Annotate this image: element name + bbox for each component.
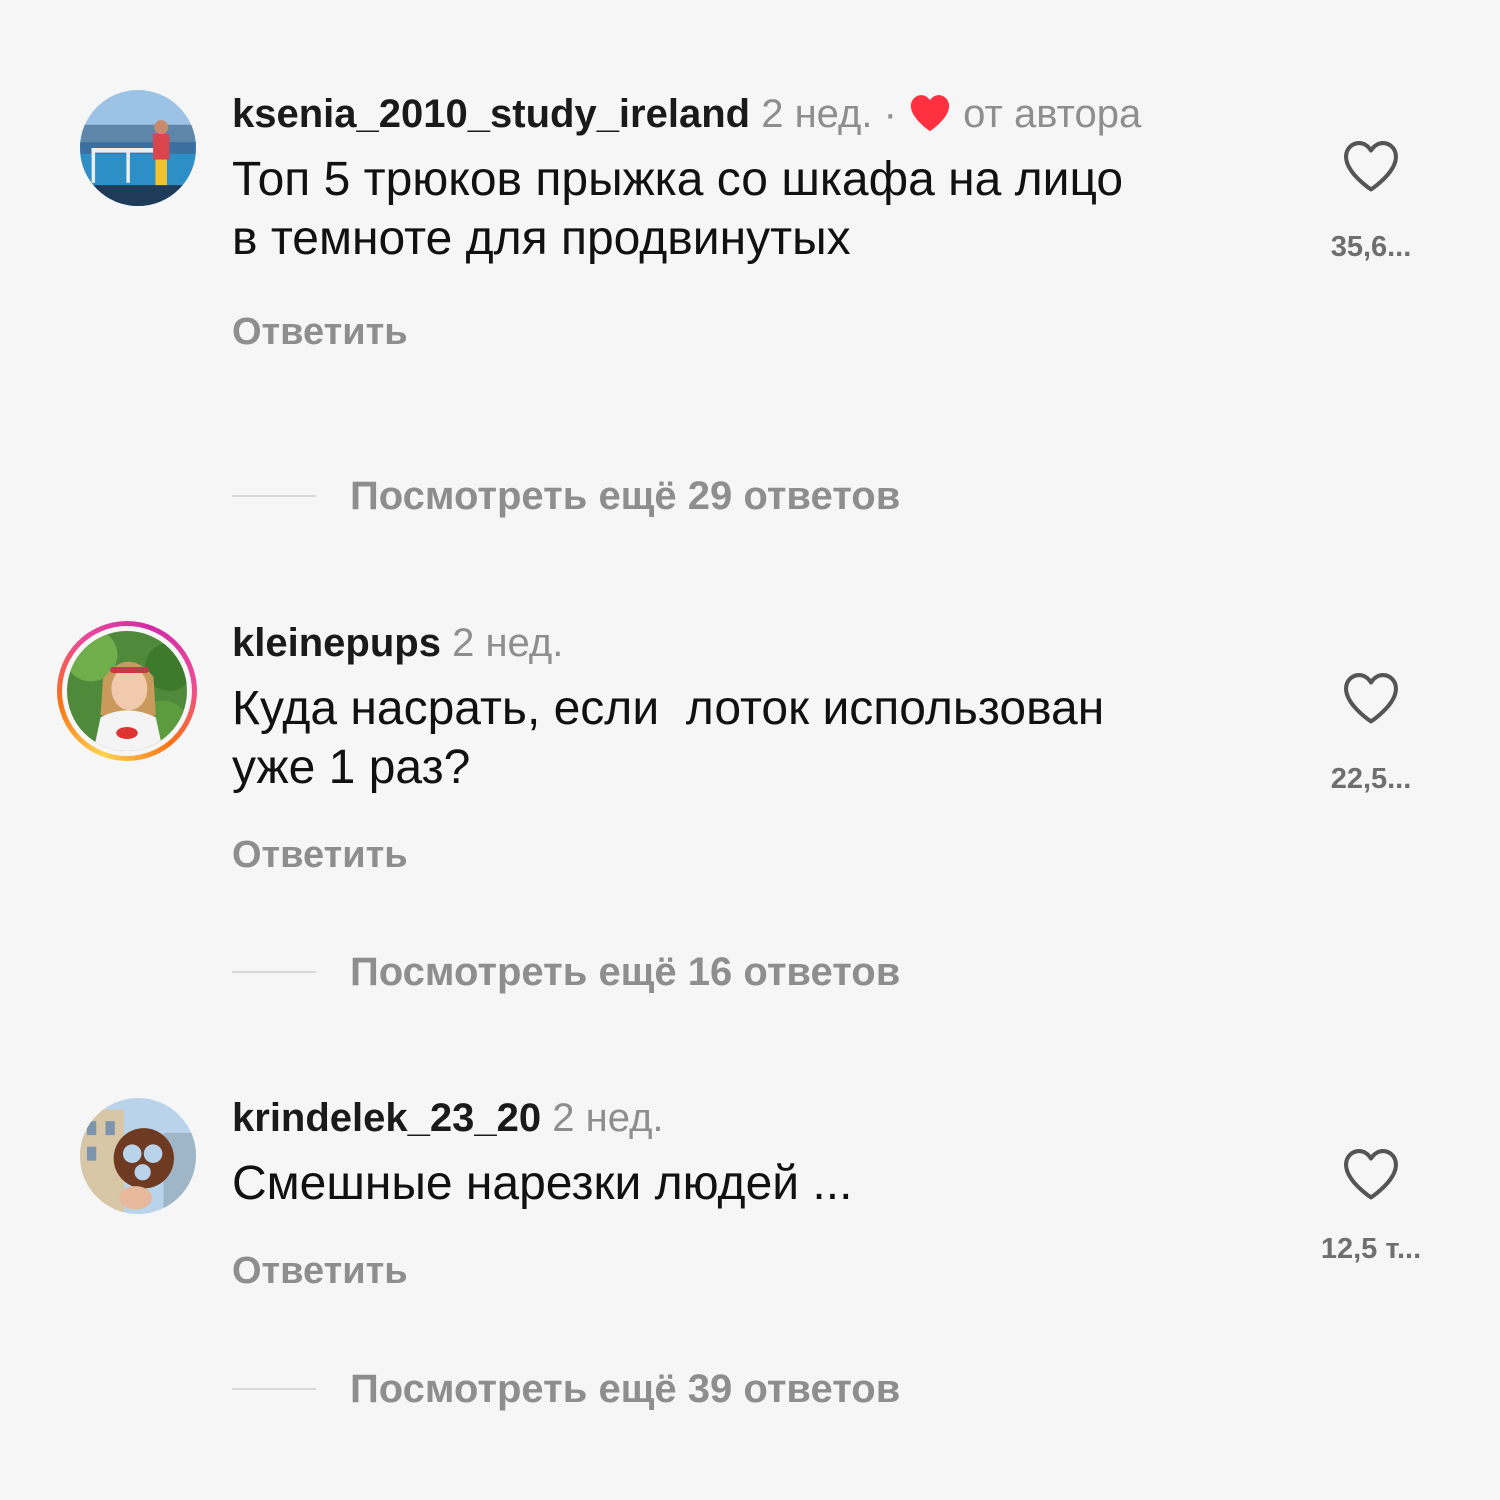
comment-time: 2 нед. (452, 621, 564, 665)
avatar-image (80, 90, 196, 206)
like-count: 35,6... (1330, 231, 1412, 263)
reply-button[interactable]: Ответить (232, 831, 1252, 879)
username[interactable]: krindelek_23_20 (232, 1096, 541, 1140)
comment-time: 2 нед. (552, 1096, 664, 1140)
avatar[interactable] (80, 1098, 196, 1214)
divider-line (232, 1388, 316, 1390)
like-count: 22,5... (1330, 763, 1412, 795)
divider-line (232, 971, 316, 973)
like-control: 12,5 т... (1300, 1146, 1442, 1266)
meta-separator: · (872, 92, 909, 136)
heart-outline-icon[interactable] (1340, 138, 1402, 194)
reply-button[interactable]: Ответить (232, 1247, 1252, 1295)
comment-body: krindelek_23_20 2 нед. Смешные нарезки л… (232, 1092, 1252, 1295)
heart-outline-icon[interactable] (1340, 1146, 1402, 1202)
comment-meta: krindelek_23_20 2 нед. (232, 1092, 1252, 1144)
comment-text: Куда насрать, если лоток использован уже… (232, 682, 1105, 794)
heart-filled-icon (908, 93, 952, 133)
view-more-replies[interactable]: Посмотреть ещё 16 ответов (232, 948, 900, 996)
reply-button[interactable]: Ответить (232, 308, 1252, 356)
view-more-label: Посмотреть ещё 39 ответов (350, 1367, 901, 1411)
comment-time: 2 нед. (761, 92, 873, 136)
avatar[interactable] (80, 90, 196, 206)
comment-meta: kleinepups 2 нед. (232, 617, 1252, 669)
like-control: 35,6... (1300, 138, 1442, 264)
view-more-replies[interactable]: Посмотреть ещё 39 ответов (232, 1365, 900, 1413)
username[interactable]: ksenia_2010_study_ireland (232, 92, 750, 136)
comment-text: Топ 5 трюков прыжка со шкафа на лицо в т… (232, 153, 1124, 265)
heart-outline-icon[interactable] (1340, 670, 1402, 726)
view-more-replies[interactable]: Посмотреть ещё 29 ответов (232, 472, 900, 520)
avatar-image (80, 1098, 196, 1214)
username[interactable]: kleinepups (232, 621, 441, 665)
like-count: 12,5 т... (1320, 1233, 1422, 1265)
author-badge: от автора (963, 92, 1142, 136)
like-control: 22,5... (1300, 670, 1442, 796)
comments-list: ksenia_2010_study_ireland 2 нед. · от ав… (0, 0, 1500, 1500)
avatar (67, 631, 187, 751)
comment-body: kleinepups 2 нед. Куда насрать, если лот… (232, 617, 1252, 879)
comment-body: ksenia_2010_study_ireland 2 нед. · от ав… (232, 88, 1252, 356)
divider-line (232, 495, 316, 497)
comment-text: Смешные нарезки людей ... (232, 1157, 853, 1210)
view-more-label: Посмотреть ещё 29 ответов (350, 474, 901, 518)
comment-meta: ksenia_2010_study_ireland 2 нед. · от ав… (232, 88, 1252, 140)
avatar-image (67, 631, 187, 751)
view-more-label: Посмотреть ещё 16 ответов (350, 950, 901, 994)
story-ring[interactable] (57, 621, 197, 761)
